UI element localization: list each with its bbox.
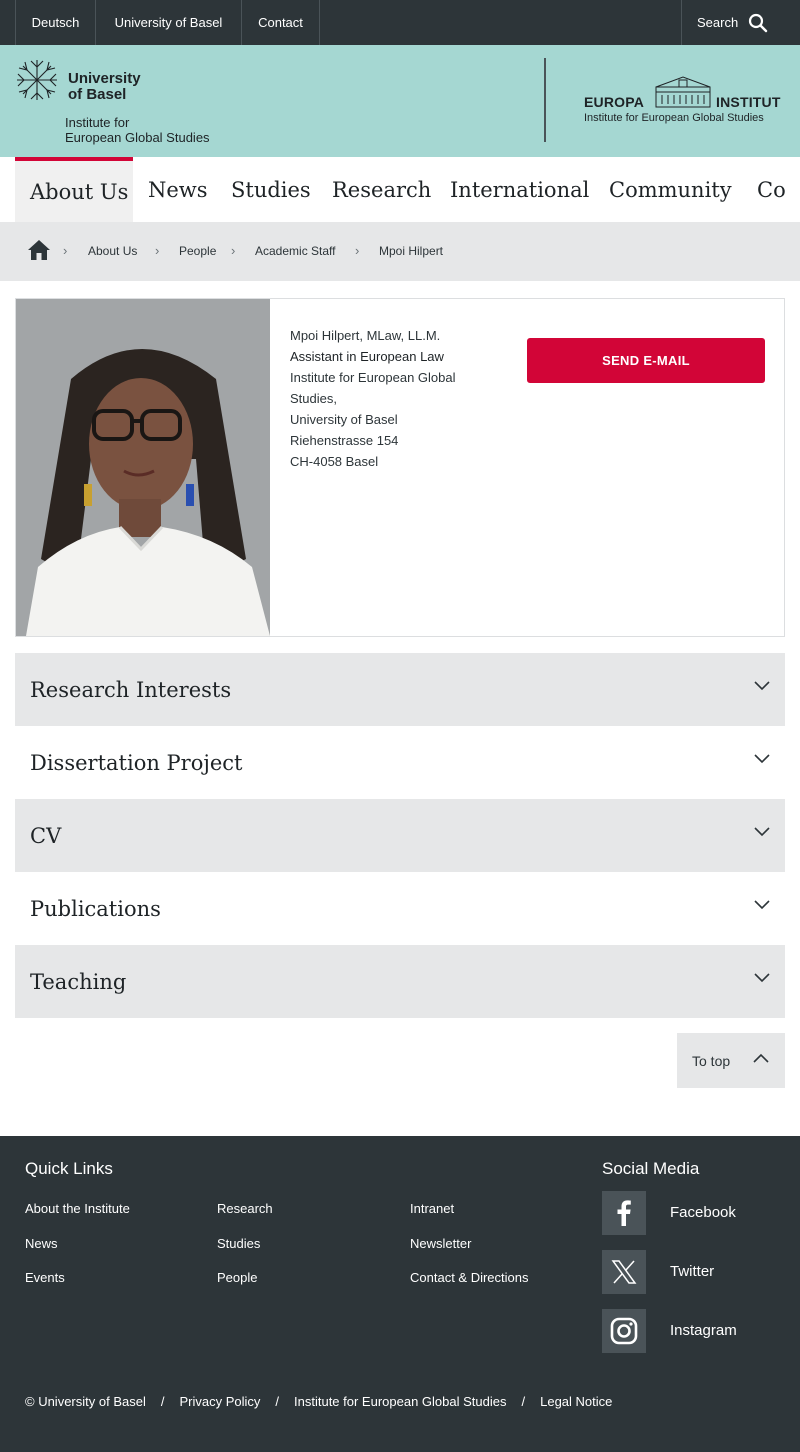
chevron-right-icon: › bbox=[155, 243, 160, 258]
accordion-title: Research Interests bbox=[30, 677, 232, 702]
university-name-line1: University bbox=[68, 70, 141, 87]
link-separator: / bbox=[275, 1394, 280, 1409]
nav-community[interactable]: Community bbox=[609, 157, 732, 222]
to-top-button[interactable]: To top bbox=[677, 1033, 785, 1088]
university-name[interactable]: University of Basel bbox=[68, 71, 141, 103]
accordion-title: Publications bbox=[30, 896, 161, 921]
nav-research[interactable]: Research bbox=[332, 157, 431, 222]
breadcrumb: › About Us › People › Academic Staff › M… bbox=[0, 222, 800, 281]
accordion-cv[interactable]: CV bbox=[15, 799, 785, 872]
institute-name-line1: Institute for bbox=[65, 115, 130, 130]
chevron-down-icon bbox=[754, 900, 770, 910]
breadcrumb-people[interactable]: People bbox=[179, 244, 216, 258]
person-name: Mpoi Hilpert, MLaw, LL.M. bbox=[290, 328, 441, 343]
nav-studies[interactable]: Studies bbox=[231, 157, 311, 222]
breadcrumb-current: Mpoi Hilpert bbox=[379, 244, 444, 258]
language-link[interactable]: Deutsch bbox=[15, 0, 96, 45]
legal-links: © University of Basel / Privacy Policy /… bbox=[25, 1394, 612, 1409]
institut-word: INSTITUT bbox=[716, 94, 781, 110]
social-media-heading: Social Media bbox=[602, 1159, 700, 1178]
breadcrumb-about-us[interactable]: About Us bbox=[88, 244, 137, 258]
to-top-label: To top bbox=[692, 1052, 731, 1069]
link-separator: / bbox=[160, 1394, 165, 1409]
chevron-right-icon: › bbox=[231, 243, 236, 258]
university-name-line2: of Basel bbox=[68, 86, 127, 103]
institute-name-line2: European Global Studies bbox=[65, 130, 210, 145]
chevron-down-icon bbox=[754, 754, 770, 764]
chevron-up-icon bbox=[753, 1053, 769, 1063]
home-icon[interactable] bbox=[27, 239, 51, 261]
copyright-link[interactable]: © University of Basel bbox=[25, 1394, 146, 1409]
site-header: University of Basel Institute for Europe… bbox=[0, 45, 800, 157]
main-navigation: About Us News Studies Research Internati… bbox=[0, 157, 800, 222]
university-link[interactable]: University of Basel bbox=[96, 0, 242, 45]
institute-link[interactable]: Institute for European Global Studies bbox=[294, 1394, 506, 1409]
footer-link-research[interactable]: Research bbox=[217, 1201, 273, 1216]
building-icon bbox=[655, 76, 711, 108]
europa-institut-logo[interactable]: EUROPA INSTITUT Institute for European G… bbox=[584, 75, 789, 125]
person-role: Assistant in European Law bbox=[290, 349, 444, 364]
footer-link-events[interactable]: Events bbox=[25, 1270, 65, 1285]
privacy-policy-link[interactable]: Privacy Policy bbox=[179, 1394, 260, 1409]
social-facebook[interactable]: Facebook bbox=[602, 1191, 782, 1235]
institute-name[interactable]: Institute for European Global Studies bbox=[65, 115, 210, 145]
profile-photo bbox=[16, 299, 270, 636]
chevron-down-icon bbox=[754, 973, 770, 983]
site-footer: Quick Links About the Institute Research… bbox=[0, 1136, 800, 1452]
nav-about-us[interactable]: About Us bbox=[15, 157, 133, 222]
search-icon bbox=[749, 13, 768, 32]
accordion-publications[interactable]: Publications bbox=[15, 872, 785, 945]
profile-card: Mpoi Hilpert, MLaw, LL.M. Assistant in E… bbox=[15, 298, 785, 637]
accordion-research-interests[interactable]: Research Interests bbox=[15, 653, 785, 726]
footer-link-studies[interactable]: Studies bbox=[217, 1236, 260, 1251]
header-divider bbox=[544, 58, 546, 142]
address-line: CH-4058 Basel bbox=[290, 454, 379, 469]
instagram-label: Instagram bbox=[670, 1322, 737, 1339]
social-instagram[interactable]: Instagram bbox=[602, 1309, 782, 1353]
university-logo-icon[interactable] bbox=[15, 58, 59, 102]
europa-word: EUROPA bbox=[584, 94, 645, 110]
chevron-down-icon bbox=[754, 681, 770, 691]
address-line: Institute for European Global bbox=[290, 370, 456, 385]
footer-link-newsletter[interactable]: Newsletter bbox=[410, 1236, 471, 1251]
footer-link-intranet[interactable]: Intranet bbox=[410, 1201, 454, 1216]
nav-news[interactable]: News bbox=[148, 157, 208, 222]
accordion-title: CV bbox=[30, 823, 62, 848]
search-label: Search bbox=[697, 15, 739, 30]
facebook-label: Facebook bbox=[670, 1204, 736, 1221]
footer-link-people[interactable]: People bbox=[217, 1270, 257, 1285]
legal-notice-link[interactable]: Legal Notice bbox=[540, 1394, 612, 1409]
accordion-title: Dissertation Project bbox=[30, 750, 243, 775]
link-separator: / bbox=[521, 1394, 526, 1409]
twitter-label: Twitter bbox=[670, 1263, 715, 1280]
chevron-down-icon bbox=[754, 827, 770, 837]
send-email-button[interactable]: SEND E-MAIL bbox=[527, 338, 765, 383]
accordion-dissertation-project[interactable]: Dissertation Project bbox=[15, 726, 785, 799]
instagram-icon bbox=[602, 1309, 646, 1353]
europa-subtitle: Institute for European Global Studies bbox=[584, 112, 764, 124]
facebook-icon bbox=[602, 1191, 646, 1235]
address-line: Studies, bbox=[290, 391, 337, 406]
contact-info: Mpoi Hilpert, MLaw, LL.M. Assistant in E… bbox=[290, 325, 520, 472]
quick-links-heading: Quick Links bbox=[25, 1159, 113, 1178]
chevron-right-icon: › bbox=[355, 243, 360, 258]
social-twitter[interactable]: Twitter bbox=[602, 1250, 782, 1294]
chevron-right-icon: › bbox=[63, 243, 68, 258]
contact-link[interactable]: Contact bbox=[242, 0, 320, 45]
nav-international[interactable]: International bbox=[450, 157, 589, 222]
accordion-title: Teaching bbox=[30, 969, 127, 994]
address-line: University of Basel bbox=[290, 412, 398, 427]
top-bar: Deutsch University of Basel Contact Sear… bbox=[0, 0, 800, 45]
footer-link-contact-directions[interactable]: Contact & Directions bbox=[410, 1270, 529, 1285]
x-twitter-icon bbox=[602, 1250, 646, 1294]
nav-overflow-item[interactable]: Co bbox=[757, 157, 786, 222]
accordion-teaching[interactable]: Teaching bbox=[15, 945, 785, 1018]
footer-link-about-institute[interactable]: About the Institute bbox=[25, 1201, 130, 1216]
address-line: Riehenstrasse 154 bbox=[290, 433, 399, 448]
search-button[interactable]: Search bbox=[681, 0, 800, 45]
footer-link-news[interactable]: News bbox=[25, 1236, 58, 1251]
breadcrumb-academic-staff[interactable]: Academic Staff bbox=[255, 244, 335, 258]
